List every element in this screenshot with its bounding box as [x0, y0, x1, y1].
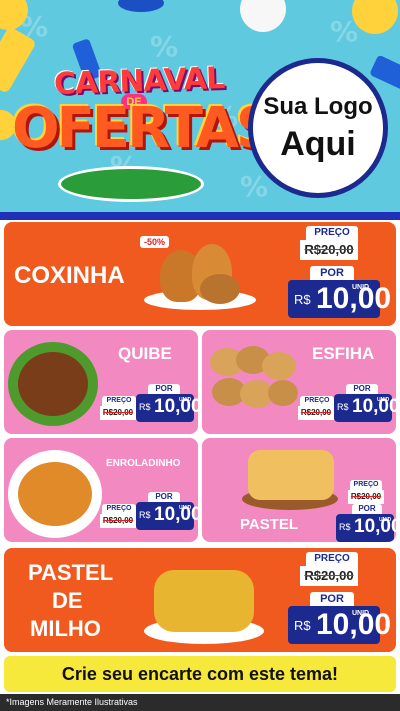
- preco-label: PREÇO: [306, 226, 358, 240]
- disclaimer-text: *Imagens Meramente Ilustrativas: [0, 694, 400, 711]
- product-name: QUIBE: [118, 344, 172, 363]
- unit: UNID: [377, 397, 390, 403]
- product-name: PASTEL: [240, 516, 299, 533]
- preco-label: PREÇO: [306, 552, 358, 566]
- product-name: ENROLADINHO: [106, 458, 181, 469]
- product-name-line3: MILHO: [30, 616, 101, 641]
- product-card-coxinha[interactable]: COXINHA -50% PREÇO R$20,00 POR R$ 10,00 …: [4, 222, 396, 326]
- old-price: R$20,00: [300, 566, 358, 586]
- new-price: R$ 10,00 UNID: [136, 394, 198, 422]
- logo-placeholder[interactable]: Sua Logo Aqui: [248, 58, 388, 198]
- product-card-quibe[interactable]: QUIBE PREÇO R$20,00 POR R$ 10,00 UNID: [4, 330, 198, 434]
- currency: R$: [337, 402, 349, 412]
- unit: UNID: [379, 517, 392, 523]
- por-label: POR: [148, 492, 180, 502]
- por-label: POR: [310, 592, 354, 606]
- old-price: R$20,00: [298, 406, 334, 420]
- price-box: PREÇO R$20,00 POR R$ 10,00 UNID: [288, 552, 392, 648]
- price-box: PREÇO R$20,00 POR R$ 10,00 UNID: [298, 384, 396, 432]
- price-value: 10,00: [352, 396, 396, 417]
- price-box: PREÇO R$20,00 POR R$ 10,00 UNID: [336, 480, 396, 542]
- product-card-enroladinho[interactable]: ENROLADINHO PREÇO R$20,00 POR R$ 10,00 U…: [4, 438, 198, 542]
- product-name-line1: PASTEL: [28, 560, 114, 585]
- old-price: R$20,00: [100, 514, 136, 528]
- preco-label: PREÇO: [350, 480, 382, 490]
- price-box: PREÇO R$20,00 POR R$ 10,00 UNID: [100, 492, 198, 540]
- price-value: 10,00: [154, 396, 198, 417]
- logo-line1: Sua Logo: [263, 93, 373, 120]
- product-name: COXINHA: [14, 262, 125, 289]
- new-price: R$ 10,00 UNID: [288, 606, 391, 644]
- new-price: R$ 10,00 UNID: [336, 514, 396, 542]
- product-card-pastel-de-milho[interactable]: PASTEL DE MILHO PREÇO R$20,00 POR R$ 10,…: [4, 548, 396, 652]
- old-price: R$20,00: [100, 406, 136, 420]
- preco-label: PREÇO: [102, 396, 136, 406]
- unit: UNID: [352, 284, 370, 291]
- balloon-decoration: [352, 0, 398, 34]
- price-box: PREÇO R$20,00 POR R$ 10,00 UNID: [288, 226, 392, 322]
- new-price: R$ 10,00 UNID: [288, 280, 391, 318]
- drum-decoration: [58, 166, 204, 202]
- old-price: R$20,00: [348, 490, 384, 504]
- percent-decoration: %: [240, 170, 269, 203]
- header-banner: % % % % % % CARNAVAL DE OFERTAS Sua Logo…: [0, 0, 400, 216]
- currency: R$: [294, 618, 311, 633]
- carnaval-title: CARNAVAL DE OFERTAS: [8, 58, 276, 202]
- balloon-decoration: [240, 0, 286, 32]
- unit: UNID: [179, 505, 192, 511]
- discount-badge: -50%: [140, 236, 170, 248]
- price-box: PREÇO R$20,00 POR R$ 10,00 UNID: [100, 384, 198, 432]
- mask-decoration: [118, 0, 164, 12]
- currency: R$: [339, 522, 351, 532]
- logo-line2: Aqui: [280, 125, 356, 163]
- header-divider: [0, 212, 400, 220]
- currency: R$: [294, 292, 311, 307]
- por-label: POR: [148, 384, 180, 394]
- new-price: R$ 10,00 UNID: [136, 502, 198, 530]
- unit: UNID: [179, 397, 192, 403]
- cta-banner[interactable]: Crie seu encarte com este tema!: [4, 656, 396, 692]
- product-name: ESFIHA: [312, 344, 375, 363]
- title-main: OFERTAS: [12, 96, 276, 161]
- currency: R$: [139, 402, 151, 412]
- product-name-line2: DE: [52, 588, 83, 613]
- por-label: POR: [352, 504, 382, 514]
- unit: UNID: [352, 610, 370, 617]
- product-card-esfiha[interactable]: ESFIHA PREÇO R$20,00 POR R$ 10,00 UNID: [202, 330, 396, 434]
- por-label: POR: [346, 384, 378, 394]
- preco-label: PREÇO: [102, 504, 136, 514]
- por-label: POR: [310, 266, 354, 280]
- old-price: R$20,00: [300, 240, 358, 260]
- price-value: 10,00: [154, 504, 198, 525]
- product-card-pastel[interactable]: PASTEL PREÇO R$20,00 POR R$ 10,00 UNID: [202, 438, 396, 542]
- currency: R$: [139, 510, 151, 520]
- preco-label: PREÇO: [300, 396, 334, 406]
- new-price: R$ 10,00 UNID: [334, 394, 396, 422]
